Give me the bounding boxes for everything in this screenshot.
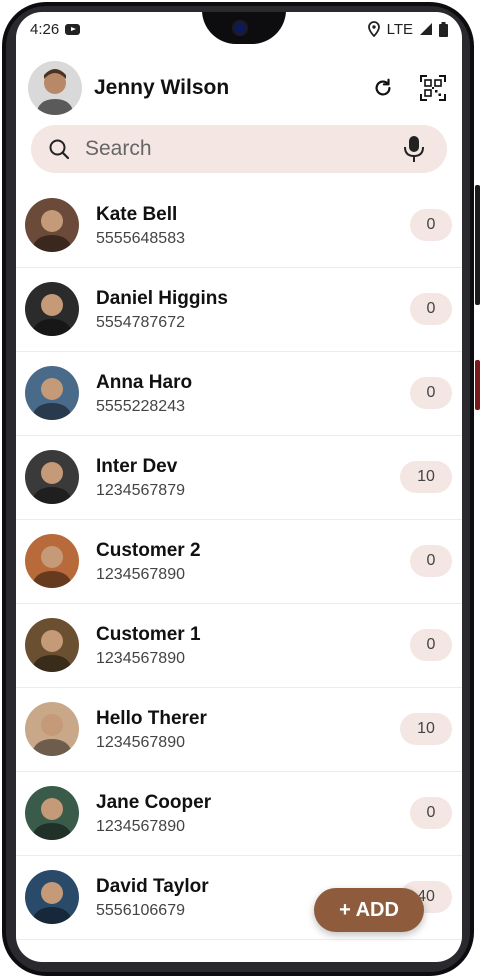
contact-phone: 5554787672 [96,314,185,331]
contact-phone: 1234567890 [96,818,185,835]
front-camera [232,20,248,36]
contact-avatar [25,870,79,924]
contact-row[interactable]: Jane Cooper 1234567890 0 [16,772,462,856]
contact-name: David Taylor [96,876,209,897]
contact-row[interactable]: Daniel Higgins 5554787672 0 [16,268,462,352]
contact-avatar [25,534,79,588]
contact-count-badge[interactable]: 0 [410,293,452,325]
add-contact-button[interactable]: + ADD [314,888,424,932]
contact-row[interactable]: Hello Therer 1234567890 10 [16,688,462,772]
contact-avatar-image [25,282,79,336]
contact-phone: 1234567890 [96,734,185,751]
contact-avatar [25,198,79,252]
contact-phone: 1234567879 [96,482,185,499]
app-screen: 4:26 LTE Jenny Wilson Search Kate Bell 5… [16,12,462,962]
search-bar[interactable] [31,125,447,173]
contact-list: Kate Bell 5555648583 0 Daniel Higgins 555478… [16,184,462,940]
contact-count-badge[interactable]: 0 [410,377,452,409]
refresh-icon[interactable] [372,77,394,99]
app-header: Jenny Wilson [28,60,450,116]
status-time: 4:26 [30,20,60,38]
contact-phone: 1234567890 [96,566,185,583]
contact-count-badge[interactable]: 0 [410,545,452,577]
contact-avatar [25,366,79,420]
power-button [475,185,480,305]
contact-name: Customer 1 [96,624,201,645]
contact-avatar [25,702,79,756]
search-icon [49,139,70,160]
contact-avatar-image [25,702,79,756]
contact-phone: 5555228243 [96,398,185,415]
contact-row[interactable]: Kate Bell 5555648583 0 [16,184,462,268]
contact-avatar [25,450,79,504]
contact-avatar-image [25,534,79,588]
contact-count-badge[interactable]: 10 [400,461,452,493]
contact-avatar-image [25,198,79,252]
contact-avatar-image [25,870,79,924]
contact-count-badge[interactable]: 0 [410,797,452,829]
contact-name: Inter Dev [96,456,178,477]
contact-avatar-image [25,366,79,420]
contact-phone: 5556106679 [96,902,185,919]
search-input[interactable] [83,136,377,162]
contact-avatar [25,282,79,336]
contact-phone: 1234567890 [96,650,185,667]
user-avatar[interactable] [28,61,82,115]
contact-avatar-image [25,786,79,840]
contact-row[interactable]: Customer 1 1234567890 0 [16,604,462,688]
contact-count-badge[interactable]: 0 [410,209,452,241]
contact-count-badge[interactable]: 0 [410,629,452,661]
volume-button [475,360,480,410]
contact-phone: 5555648583 [96,230,185,247]
location-icon [367,21,380,37]
youtube-icon [65,23,81,35]
contact-avatar-image [25,618,79,672]
battery-icon [439,21,448,37]
contact-name: Anna Haro [96,372,193,393]
microphone-icon[interactable] [403,135,425,163]
user-name: Jenny Wilson [94,76,230,99]
contact-name: Customer 2 [96,540,201,561]
contact-name: Kate Bell [96,204,178,225]
qr-code-icon[interactable] [420,75,446,101]
contact-avatar [25,618,79,672]
user-avatar-image [28,61,82,115]
contact-name: Daniel Higgins [96,288,228,309]
contact-name: Hello Therer [96,708,207,729]
contact-avatar-image [25,450,79,504]
contact-count-badge[interactable]: 10 [400,713,452,745]
network-label: LTE [386,20,413,38]
contact-row[interactable]: Customer 2 1234567890 0 [16,520,462,604]
contact-name: Jane Cooper [96,792,212,813]
contact-avatar [25,786,79,840]
signal-icon [420,23,432,35]
contact-row[interactable]: Inter Dev 1234567879 10 [16,436,462,520]
contact-row[interactable]: Anna Haro 5555228243 0 [16,352,462,436]
